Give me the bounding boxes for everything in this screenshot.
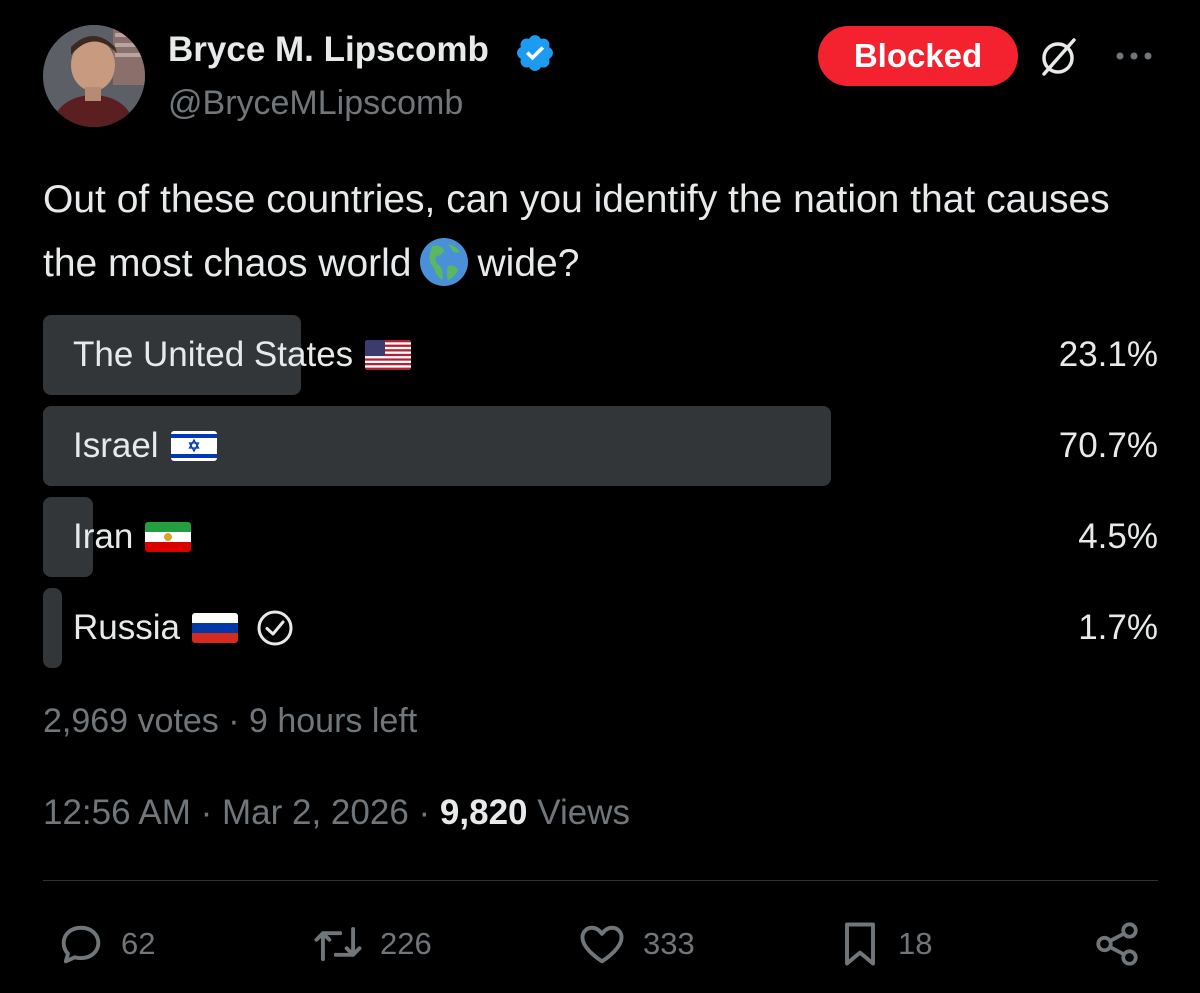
verified-badge-icon[interactable]: [514, 32, 556, 74]
poll-option-russia[interactable]: Russia 1.7%: [43, 588, 1158, 668]
more-options-icon[interactable]: [1114, 46, 1154, 66]
bookmark-icon: [845, 922, 875, 966]
post-date[interactable]: Mar 2, 2026: [222, 793, 409, 832]
share-button[interactable]: [1092, 916, 1142, 972]
blocked-button[interactable]: Blocked: [818, 26, 1018, 86]
like-button[interactable]: 333: [575, 916, 695, 972]
views-label: Views: [537, 793, 630, 832]
grok-icon[interactable]: [1036, 36, 1080, 80]
flag-russia-icon: [191, 613, 238, 643]
poll-bar: [43, 588, 62, 668]
bookmark-button[interactable]: 18: [836, 916, 932, 972]
poll-option-united-states[interactable]: The United States 23.1%: [43, 315, 1158, 395]
poll-percent: 70.7%: [1058, 426, 1158, 465]
separator-dot: ·: [200, 793, 223, 832]
poll-option-iran[interactable]: Iran 4.5%: [43, 497, 1158, 577]
flag-israel-icon: [170, 431, 217, 461]
repost-count: 226: [380, 926, 432, 961]
poll-option-label: Russia: [73, 588, 294, 668]
reply-button[interactable]: 62: [55, 916, 155, 972]
poll-votes-time-left: 2,969 votes · 9 hours left: [43, 702, 418, 740]
bookmark-count: 18: [898, 926, 933, 961]
voted-check-icon: [257, 610, 293, 646]
share-icon: [1096, 922, 1138, 966]
avatar[interactable]: [43, 25, 145, 127]
poll-percent: 23.1%: [1058, 335, 1158, 374]
like-count: 333: [643, 926, 695, 961]
reply-count: 62: [121, 926, 156, 961]
author-name[interactable]: Bryce M. Lipscomb: [168, 30, 489, 70]
poll-percent: 1.7%: [1078, 608, 1158, 647]
poll-option-text: The United States: [73, 335, 354, 374]
author-handle[interactable]: @BryceMLipscomb: [168, 84, 463, 123]
poll-option-label: Iran: [73, 497, 192, 577]
post-time[interactable]: 12:56 AM: [43, 793, 191, 832]
reply-icon: [61, 925, 101, 964]
separator-dot: ·: [418, 793, 440, 832]
poll-percent: 4.5%: [1078, 517, 1158, 556]
poll-option-text: Iran: [73, 517, 134, 556]
timestamp-row: 12:56 AM · Mar 2, 2026 · 9,820 Views: [43, 793, 630, 833]
repost-icon: [314, 926, 362, 962]
repost-button[interactable]: 226: [310, 916, 432, 972]
heart-icon: [580, 925, 624, 964]
tweet-text: Out of these countries, can you identify…: [43, 168, 1153, 296]
poll-option-israel[interactable]: Israel 70.7%: [43, 406, 1158, 486]
tweet-text-end: wide?: [477, 242, 580, 285]
tweet-detail: Bryce M. Lipscomb @BryceMLipscomb Blocke…: [0, 0, 1200, 993]
poll-option-label: The United States: [73, 315, 412, 395]
globe-americas-icon: [419, 238, 468, 286]
poll-option-text: Russia: [73, 608, 180, 647]
divider: [43, 880, 1158, 881]
flag-us-icon: [365, 340, 412, 370]
poll-option-label: Israel: [73, 406, 217, 486]
poll-option-text: Israel: [73, 426, 159, 465]
views-count: 9,820: [439, 793, 528, 832]
flag-iran-icon: [145, 522, 192, 552]
